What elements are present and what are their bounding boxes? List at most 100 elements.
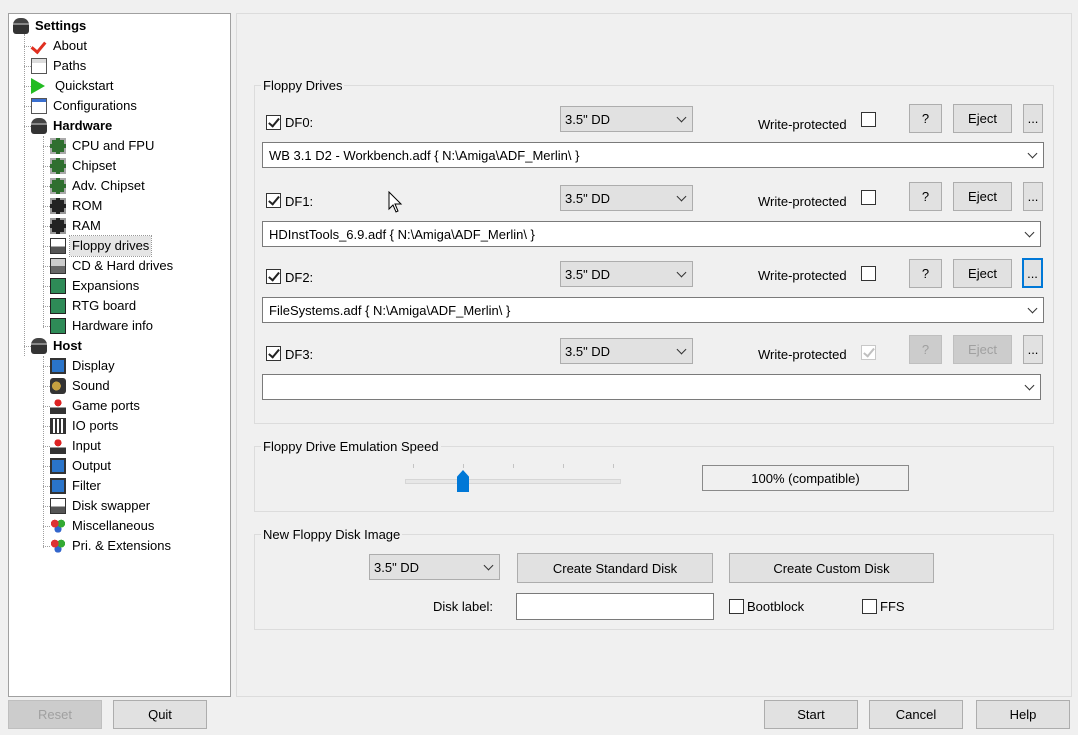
- tree-item-sound[interactable]: Sound: [50, 376, 112, 396]
- bootblock-checkbox[interactable]: [729, 599, 744, 614]
- df0-enable-checkbox[interactable]: [266, 115, 281, 130]
- emulation-speed-group: [254, 446, 1054, 512]
- help-button[interactable]: Help: [976, 700, 1070, 729]
- df2-path-combo[interactable]: FileSystems.adf { N:\Amiga\ADF_Merlin\ }: [262, 297, 1044, 323]
- quit-button[interactable]: Quit: [113, 700, 207, 729]
- tree-item-rtg-board[interactable]: RTG board: [50, 296, 138, 316]
- df2-enable-checkbox[interactable]: [266, 269, 281, 284]
- df3-eject-button[interactable]: Eject: [953, 335, 1012, 364]
- tree-guide-line: [24, 126, 31, 127]
- tree-guide-line: [24, 346, 31, 347]
- tree-item-cd-hard-drives[interactable]: CD & Hard drives: [50, 256, 175, 276]
- df3-label: DF3:: [285, 347, 314, 362]
- df3-write-protected-checkbox[interactable]: [861, 345, 876, 360]
- tree-root-settings[interactable]: Settings: [13, 16, 88, 36]
- df3-enable-checkbox[interactable]: [266, 346, 281, 361]
- df2-write-protected-label: Write-protected: [758, 268, 847, 283]
- df2-label: DF2:: [285, 270, 314, 285]
- df2-eject-button[interactable]: Eject: [953, 259, 1012, 288]
- paths-doc-icon: [31, 58, 47, 74]
- tree-item-adv-chipset[interactable]: Adv. Chipset: [50, 176, 147, 196]
- df1-help-button[interactable]: ?: [909, 182, 942, 211]
- tree-guide-line: [24, 106, 31, 107]
- tree-item-hardware-info[interactable]: Hardware info: [50, 316, 155, 336]
- tree-guide-line: [43, 206, 50, 207]
- create-custom-disk-button[interactable]: Create Custom Disk: [729, 553, 934, 583]
- df1-eject-button[interactable]: Eject: [953, 182, 1012, 211]
- tree-item-disk-swapper[interactable]: Disk swapper: [50, 496, 152, 516]
- tree-item-filter[interactable]: Filter: [50, 476, 103, 496]
- df1-type-select[interactable]: 3.5" DD: [560, 185, 693, 211]
- df2-browse-button[interactable]: ...: [1022, 258, 1043, 288]
- slider-tick: [513, 464, 514, 468]
- tree-item-game-ports[interactable]: Game ports: [50, 396, 142, 416]
- floppy-icon: [50, 498, 66, 514]
- emulation-speed-slider[interactable]: [405, 462, 621, 494]
- tree-item-cpu-and-fpu[interactable]: CPU and FPU: [50, 136, 156, 156]
- tree-guide-line: [43, 466, 50, 467]
- df3-type-select[interactable]: 3.5" DD: [560, 338, 693, 364]
- df0-eject-button[interactable]: Eject: [953, 104, 1012, 133]
- tree-item-rom[interactable]: ROM: [50, 196, 104, 216]
- rom-chip-icon: [50, 218, 66, 234]
- chevron-down-icon: [1027, 148, 1038, 159]
- tree-guide-line: [43, 166, 50, 167]
- tree-guide-line: [24, 34, 25, 356]
- slider-thumb[interactable]: [457, 470, 469, 492]
- tree-item-hardware[interactable]: Hardware: [31, 116, 114, 136]
- tree-item-configurations[interactable]: Configurations: [31, 96, 139, 116]
- tree-item-ram[interactable]: RAM: [50, 216, 103, 236]
- slider-tick: [613, 464, 614, 468]
- ffs-checkbox[interactable]: [862, 599, 877, 614]
- tree-item-expansions[interactable]: Expansions: [50, 276, 141, 296]
- disk-label-input[interactable]: [516, 593, 714, 620]
- slider-tick: [413, 464, 414, 468]
- expansion-card-icon: [50, 298, 66, 314]
- df1-browse-button[interactable]: ...: [1023, 182, 1043, 211]
- reset-button[interactable]: Reset: [8, 700, 102, 729]
- df0-help-button[interactable]: ?: [909, 104, 942, 133]
- df2-write-protected-checkbox[interactable]: [861, 266, 876, 281]
- df1-write-protected-checkbox[interactable]: [861, 190, 876, 205]
- df0-write-protected-checkbox[interactable]: [861, 112, 876, 127]
- misc-balls-icon: [50, 538, 66, 554]
- cancel-button[interactable]: Cancel: [869, 700, 963, 729]
- disk-label-caption: Disk label:: [433, 599, 493, 614]
- slider-tick: [463, 464, 464, 468]
- df1-enable-checkbox[interactable]: [266, 193, 281, 208]
- new-image-type-select[interactable]: 3.5" DD: [369, 554, 500, 580]
- df1-label: DF1:: [285, 194, 314, 209]
- tree-guide-line: [43, 506, 50, 507]
- df3-browse-button[interactable]: ...: [1023, 335, 1043, 364]
- settings-tree[interactable]: Settings About Paths Quickstart Configurati…: [8, 13, 231, 697]
- df1-path-combo[interactable]: HDInstTools_6.9.adf { N:\Amiga\ADF_Merli…: [262, 221, 1041, 247]
- tree-item-chipset[interactable]: Chipset: [50, 156, 118, 176]
- tree-item-floppy-drives[interactable]: Floppy drives: [50, 235, 153, 257]
- df3-help-button[interactable]: ?: [909, 335, 942, 364]
- create-standard-disk-button[interactable]: Create Standard Disk: [517, 553, 713, 583]
- tree-item-input[interactable]: Input: [50, 436, 103, 456]
- tree-item-io-ports[interactable]: IO ports: [50, 416, 120, 436]
- tree-item-pri-extensions[interactable]: Pri. & Extensions: [50, 536, 173, 556]
- start-button[interactable]: Start: [764, 700, 858, 729]
- floppy-drives-title: Floppy Drives: [261, 78, 345, 93]
- tree-item-display[interactable]: Display: [50, 356, 117, 376]
- slider-tick: [563, 464, 564, 468]
- tree-item-miscellaneous[interactable]: Miscellaneous: [50, 516, 156, 536]
- df0-path-combo[interactable]: WB 3.1 D2 - Workbench.adf { N:\Amiga\ADF…: [262, 142, 1044, 168]
- df3-path-combo[interactable]: [262, 374, 1041, 400]
- io-port-icon: [50, 418, 66, 434]
- tree-item-output[interactable]: Output: [50, 456, 113, 476]
- df2-help-button[interactable]: ?: [909, 259, 942, 288]
- mouse-cursor-icon: [388, 191, 403, 213]
- tree-guide-line: [43, 136, 44, 328]
- chevron-down-icon: [676, 112, 687, 123]
- tree-item-host[interactable]: Host: [31, 336, 84, 356]
- df0-type-select[interactable]: 3.5" DD: [560, 106, 693, 132]
- tree-item-paths[interactable]: Paths: [31, 56, 88, 76]
- tree-item-quickstart[interactable]: Quickstart: [31, 76, 116, 96]
- tree-item-about[interactable]: About: [31, 36, 89, 56]
- df2-type-select[interactable]: 3.5" DD: [560, 261, 693, 287]
- df0-browse-button[interactable]: ...: [1023, 104, 1043, 133]
- chip-icon: [50, 178, 66, 194]
